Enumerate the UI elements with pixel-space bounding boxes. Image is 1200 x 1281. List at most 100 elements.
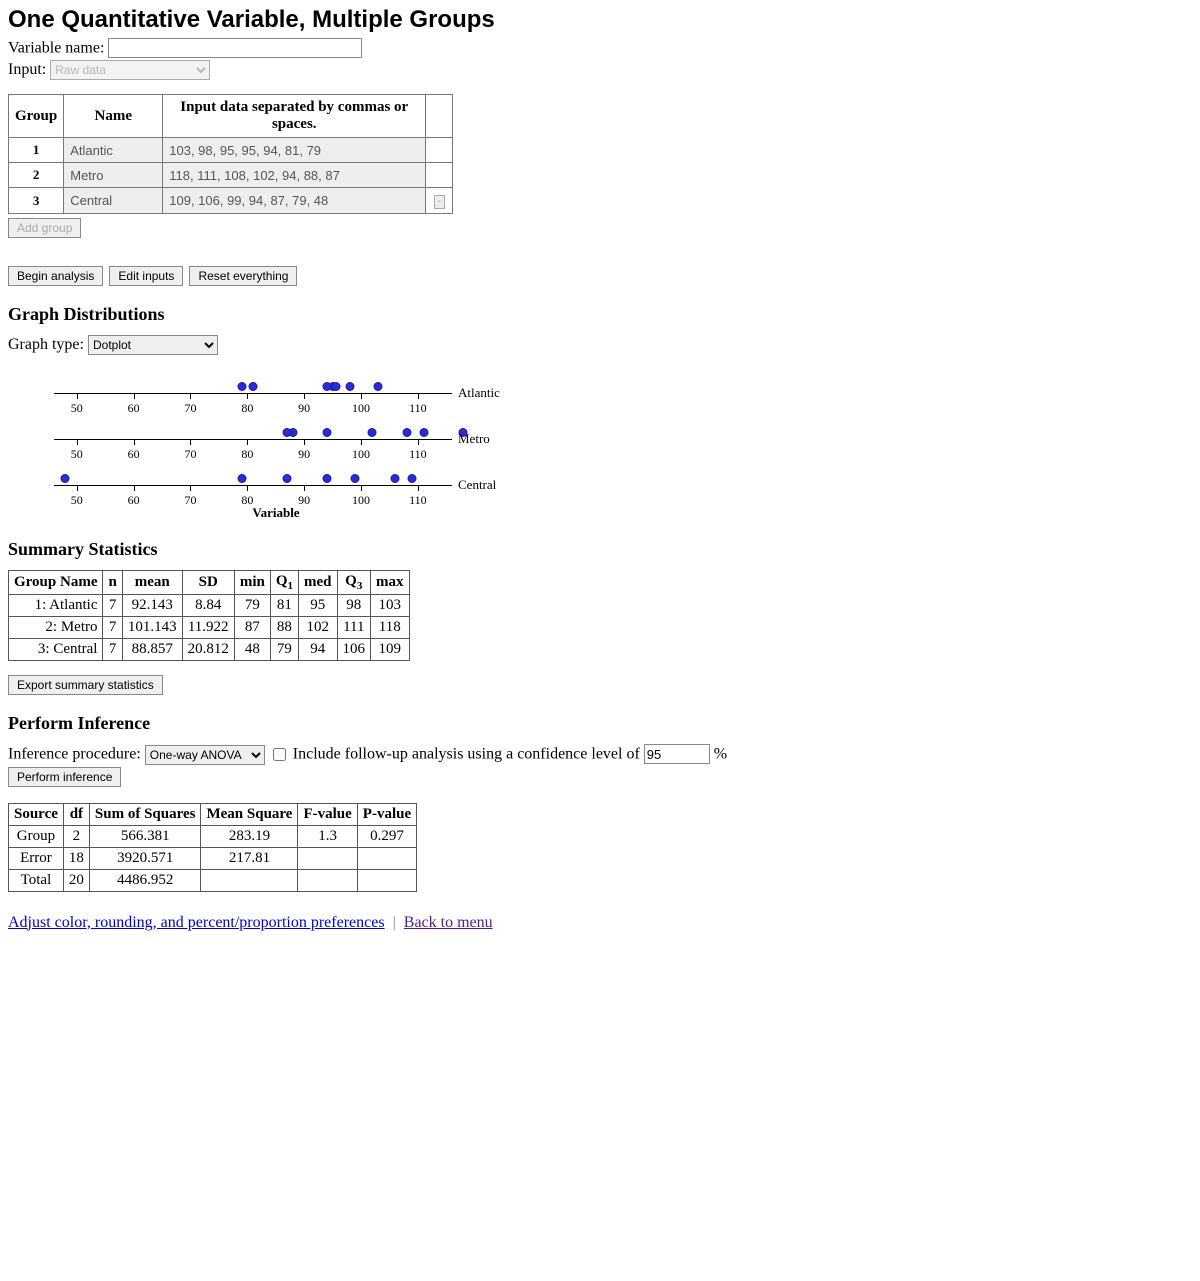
export-summary-button[interactable]: Export summary statistics [8,675,163,695]
tick-label: 50 [71,401,83,416]
tick-label: 90 [298,447,310,462]
col-header: Sum of Squares [89,803,201,825]
cell: Group [9,825,64,847]
data-point [391,474,400,483]
cell: 118 [371,617,410,639]
col-header: mean [122,571,182,595]
series-label: Metro [458,431,490,447]
graph-type-label: Graph type: [8,336,84,353]
table-row: 1: Atlantic792.1438.8479819598103 [9,595,410,617]
reset-button[interactable]: Reset everything [189,266,297,286]
cell: 98 [337,595,371,617]
dotplot-row: 5060708090100110Atlantic [8,371,1192,417]
tick-label: 50 [71,493,83,508]
separator: | [393,914,396,931]
tick-label: 100 [352,447,370,462]
inference-procedure-label: Inference procedure: [8,746,141,763]
input-type-select[interactable]: Raw data [50,60,210,80]
table-row: 2Metro118, 111, 108, 102, 94, 88, 87 [9,163,453,188]
cell: 81 [270,595,298,617]
cell: 79 [270,639,298,661]
col-header: df [63,803,89,825]
data-point [237,382,246,391]
data-point [61,474,70,483]
cell: 92.143 [122,595,182,617]
perform-inference-button[interactable]: Perform inference [8,767,121,787]
cell: 7 [103,639,122,661]
table-row: 3Central109, 106, 99, 94, 87, 79, 48- [9,188,453,214]
table-row: 1Atlantic103, 98, 95, 95, 94, 81, 79 [9,138,453,163]
group-name-cell[interactable]: Central [64,188,163,214]
col-header: F-value [298,803,357,825]
cell: 7 [103,595,122,617]
tick-label: 80 [241,447,253,462]
graph-type-select[interactable]: Dotplot [88,335,218,355]
group-name-cell[interactable]: Metro [64,163,163,188]
tick-label: 90 [298,493,310,508]
cell: 217.81 [201,847,298,869]
tick-label: 60 [128,401,140,416]
page-title: One Quantitative Variable, Multiple Grou… [8,6,1192,34]
cell: 95 [299,595,338,617]
followup-checkbox[interactable] [273,748,286,761]
cell [298,869,357,891]
dotplot-row: 5060708090100110Metro [8,417,1192,463]
data-point [322,382,331,391]
tick-label: 70 [184,447,196,462]
back-to-menu-link[interactable]: Back to menu [404,914,493,931]
col-actions [426,95,453,138]
cell: 109 [371,639,410,661]
cell: 20.812 [182,639,234,661]
group-data-cell[interactable]: 109, 106, 99, 94, 87, 79, 48 [163,188,426,214]
graph-distributions-heading: Graph Distributions [8,304,1192,325]
preferences-link[interactable]: Adjust color, rounding, and percent/prop… [8,914,385,931]
cell: 48 [234,639,270,661]
group-data-cell[interactable]: 118, 111, 108, 102, 94, 88, 87 [163,163,426,188]
cell: 2: Metro [9,617,103,639]
cell: 88.857 [122,639,182,661]
cell: 7 [103,617,122,639]
cell: 3920.571 [89,847,201,869]
variable-name-input[interactable] [108,38,362,58]
cell: 106 [337,639,371,661]
table-row: Error183920.571217.81 [9,847,417,869]
col-header: SD [182,571,234,595]
percent-label: % [714,746,727,763]
table-row: 2: Metro7101.14311.9228788102111118 [9,617,410,639]
begin-analysis-button[interactable]: Begin analysis [8,266,103,286]
inference-procedure-select[interactable]: One-way ANOVA [145,745,265,765]
cell: 88 [270,617,298,639]
data-point [322,474,331,483]
col-group: Group [9,95,64,138]
cell: 103 [371,595,410,617]
tick-label: 70 [184,401,196,416]
cell: 3: Central [9,639,103,661]
data-point [374,382,383,391]
cell: 94 [299,639,338,661]
cell: 1.3 [298,825,357,847]
tick-label: 80 [241,401,253,416]
data-point [368,428,377,437]
series-label: Atlantic [458,385,500,401]
remove-group-button[interactable]: - [434,195,445,209]
col-data: Input data separated by commas or spaces… [163,95,426,138]
data-point [283,428,292,437]
perform-inference-heading: Perform Inference [8,713,1192,734]
group-data-cell[interactable]: 103, 98, 95, 95, 94, 81, 79 [163,138,426,163]
data-point [322,428,331,437]
add-group-button[interactable]: Add group [8,218,81,238]
table-row: Group2566.381283.191.30.297 [9,825,417,847]
summary-table: Group NamenmeanSDminQ1medQ3max 1: Atlant… [8,570,410,661]
edit-inputs-button[interactable]: Edit inputs [109,266,183,286]
confidence-level-input[interactable] [644,744,710,764]
cell [298,847,357,869]
tick-label: 110 [409,493,427,508]
table-row: Total204486.952 [9,869,417,891]
group-name-cell[interactable]: Atlantic [64,138,163,163]
data-point [345,382,354,391]
cell: 0.297 [357,825,416,847]
tick-label: 110 [409,447,427,462]
input-label: Input: [8,61,46,78]
variable-name-label: Variable name: [8,40,104,57]
tick-label: 100 [352,401,370,416]
